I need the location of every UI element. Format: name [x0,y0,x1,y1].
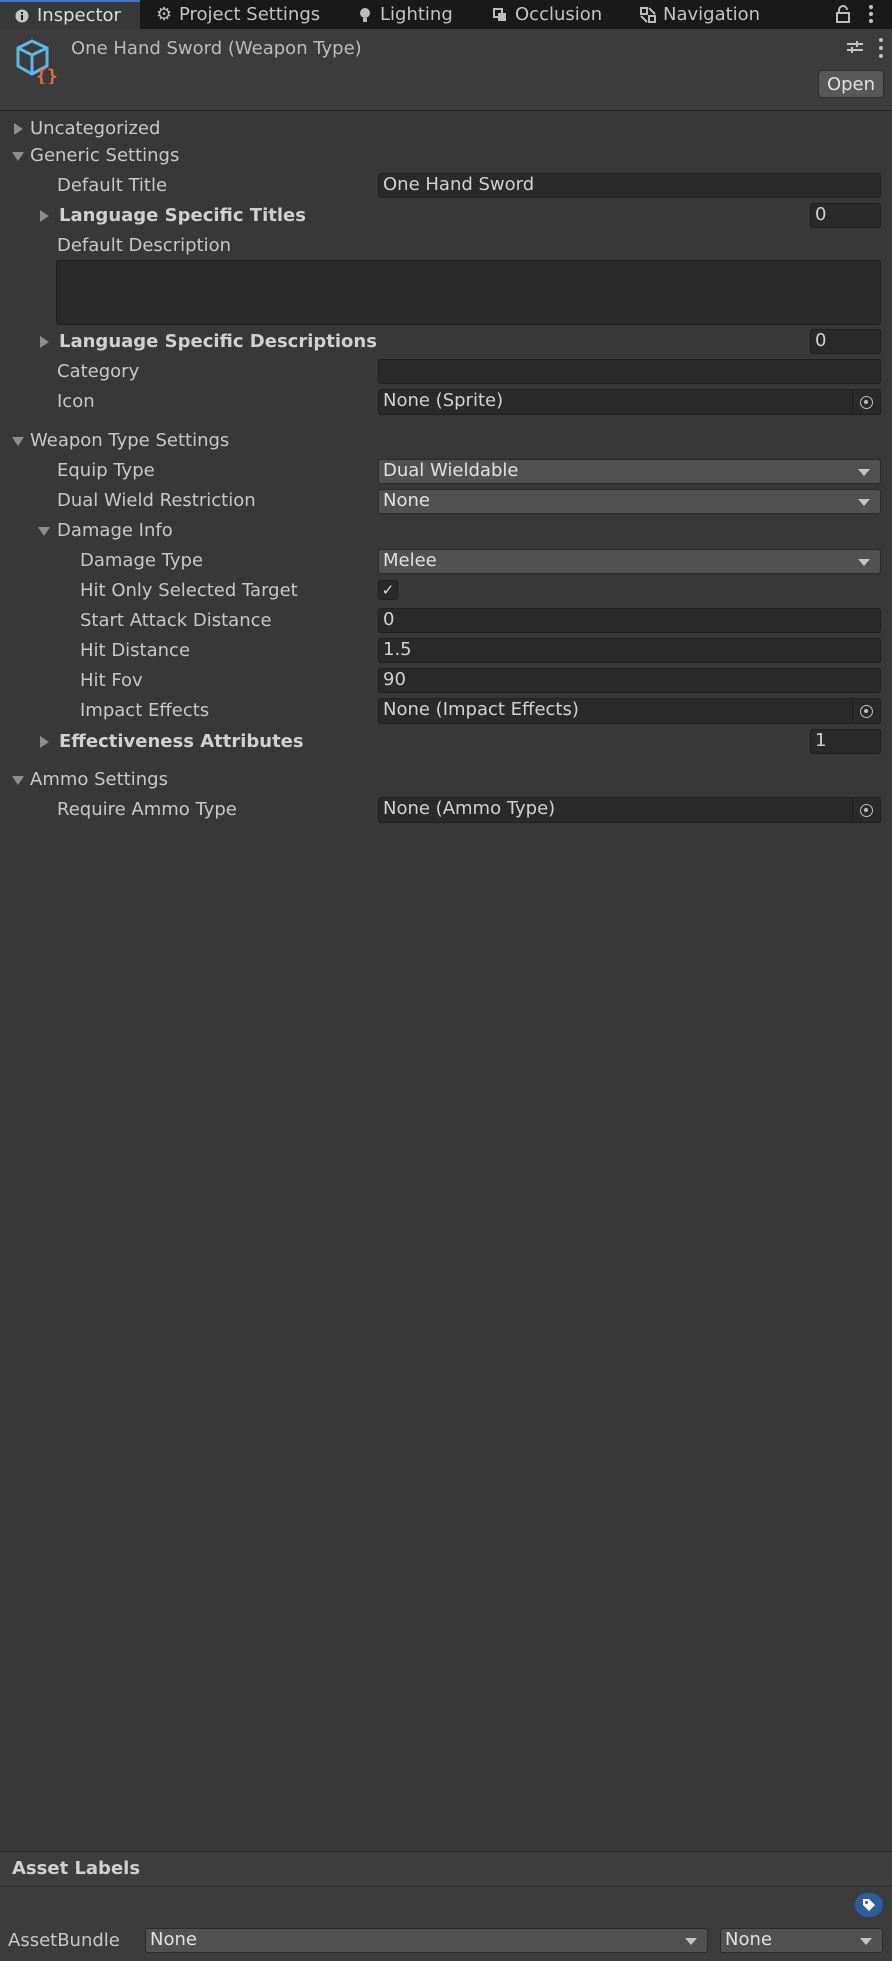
preset-icon[interactable] [846,39,864,55]
icon-label: Icon [57,391,95,412]
chevron-down-icon [858,559,870,566]
foldout-arrow-icon[interactable] [12,152,24,161]
foldout-arrow-icon[interactable] [14,123,23,135]
tab-label: Project Settings [179,4,321,25]
language-specific-descriptions-size[interactable]: 0 [810,329,881,354]
asset-labels-header[interactable]: Asset Labels [0,1851,892,1887]
foldout-arrow-icon[interactable] [40,210,49,222]
damage-type-dropdown[interactable]: Melee [378,549,881,574]
tag-icon[interactable] [855,1893,883,1917]
icon-object-value: None (Sprite) [383,390,504,411]
default-title-field[interactable]: One Hand Sword [378,173,881,198]
tab-label: Navigation [663,4,761,25]
equip-type-value: Dual Wieldable [383,460,519,481]
tab-project-settings[interactable]: ⚙ Project Settings [156,0,320,29]
asset-bundle-value: None [150,1929,197,1950]
effectiveness-attributes-label[interactable]: Effectiveness Attributes [59,730,304,754]
object-picker-icon[interactable] [852,699,880,723]
checkmark-icon: ✓ [381,581,395,599]
tab-occlusion[interactable]: Occlusion [492,0,602,29]
dual-wield-restriction-value: None [383,490,430,511]
asset-bundle-label: AssetBundle [8,1930,120,1951]
chevron-down-icon [860,1938,872,1945]
inspector-header: {} One Hand Sword (Weapon Type) Open [0,29,892,111]
tab-label: Occlusion [515,4,603,25]
asset-bundle-variant-dropdown[interactable]: None [720,1928,883,1953]
chevron-down-icon [858,499,870,506]
navigation-icon [640,6,656,23]
language-specific-titles-label[interactable]: Language Specific Titles [59,204,306,228]
svg-text:{}: {} [36,66,58,84]
default-description-textarea[interactable] [56,260,881,325]
asset-title: One Hand Sword (Weapon Type) [71,38,362,59]
open-button[interactable]: Open [818,70,884,98]
equip-type-dropdown[interactable]: Dual Wieldable [378,459,881,484]
object-picker-icon[interactable] [852,798,880,822]
equip-type-label: Equip Type [57,460,155,481]
foldout-generic-settings[interactable]: Generic Settings [30,144,179,168]
default-title-label: Default Title [57,175,168,196]
damage-type-value: Melee [383,550,437,571]
tab-navigation[interactable]: Navigation [640,0,760,29]
foldout-arrow-icon[interactable] [12,437,24,446]
component-menu-icon[interactable] [877,38,885,58]
gear-icon: ⚙ [155,4,173,25]
dual-wield-restriction-label: Dual Wield Restriction [57,490,256,511]
asset-bundle-dropdown[interactable]: None [145,1928,708,1953]
tab-inspector[interactable]: Inspector [0,0,140,29]
language-specific-titles-size[interactable]: 0 [810,203,881,228]
damage-type-label: Damage Type [80,550,204,571]
require-ammo-type-label: Require Ammo Type [57,799,237,820]
hit-distance-field[interactable]: 1.5 [378,638,881,663]
lock-icon[interactable] [836,5,852,23]
foldout-arrow-icon[interactable] [12,776,24,785]
asset-bundle-variant-value: None [725,1929,772,1950]
tab-label: Inspector [37,5,121,26]
chevron-down-icon [858,469,870,476]
hit-distance-label: Hit Distance [80,640,191,661]
foldout-arrow-icon[interactable] [38,527,50,536]
chevron-down-icon [685,1938,697,1945]
impact-effects-label: Impact Effects [80,700,210,721]
object-picker-icon[interactable] [852,390,880,414]
foldout-arrow-icon[interactable] [40,336,49,348]
bulb-icon [357,7,373,23]
foldout-arrow-icon[interactable] [40,736,49,748]
foldout-weapon-type-settings[interactable]: Weapon Type Settings [30,429,229,453]
impact-effects-value: None (Impact Effects) [383,699,579,720]
hit-fov-label: Hit Fov [80,670,143,691]
foldout-uncategorized[interactable]: Uncategorized [30,117,160,141]
require-ammo-type-object-field[interactable]: None (Ammo Type) [378,797,881,823]
asset-labels-footer: AssetBundle None None [0,1887,892,1961]
impact-effects-object-field[interactable]: None (Impact Effects) [378,698,881,724]
info-icon [14,8,30,24]
icon-object-field[interactable]: None (Sprite) [378,389,881,415]
tab-label: Lighting [380,4,453,25]
occlusion-icon [492,7,508,23]
asset-labels-title: Asset Labels [12,1858,141,1879]
tab-bar: Inspector ⚙ Project Settings Lighting Oc… [0,0,892,29]
tab-menu-icon[interactable] [866,4,876,24]
scriptable-object-icon: {} [14,38,60,87]
tab-lighting[interactable]: Lighting [357,0,453,29]
start-attack-distance-field[interactable]: 0 [378,608,881,633]
foldout-damage-info[interactable]: Damage Info [57,519,173,543]
hit-only-selected-target-label: Hit Only Selected Target [80,580,298,601]
require-ammo-type-value: None (Ammo Type) [383,798,556,819]
hit-only-selected-target-checkbox[interactable]: ✓ [378,580,398,600]
default-description-label: Default Description [57,235,232,256]
effectiveness-attributes-size[interactable]: 1 [810,729,881,754]
dual-wield-restriction-dropdown[interactable]: None [378,489,881,514]
hit-fov-field[interactable]: 90 [378,668,881,693]
category-label: Category [57,361,140,382]
start-attack-distance-label: Start Attack Distance [80,610,272,631]
category-field[interactable] [378,359,881,384]
language-specific-descriptions-label[interactable]: Language Specific Descriptions [59,330,377,354]
foldout-ammo-settings[interactable]: Ammo Settings [30,768,168,792]
